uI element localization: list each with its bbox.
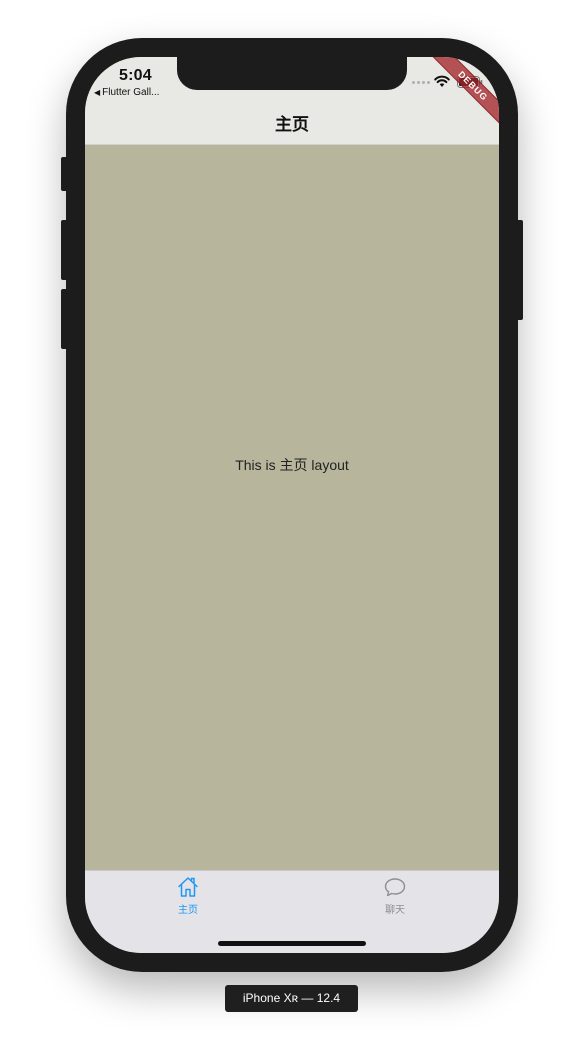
phone-notch <box>177 57 407 90</box>
status-bar: 5:04 ◀ Flutter Gall... <box>85 57 499 101</box>
wifi-icon <box>434 75 450 87</box>
home-icon <box>178 877 198 897</box>
body-text: This is 主页 layout <box>235 457 349 473</box>
device-label: iPhone Xʀ — 12.4 <box>225 985 358 1012</box>
home-indicator[interactable] <box>218 941 366 946</box>
cellular-signal-icon <box>412 81 430 84</box>
page-title: 主页 <box>275 115 309 134</box>
tab-home[interactable]: 主页 <box>128 875 248 919</box>
app-bar: 主页 <box>85 101 499 145</box>
chat-bubble-icon <box>384 878 406 897</box>
tab-home-label: 主页 <box>178 905 198 916</box>
status-time: 5:04 <box>119 67 152 84</box>
back-arrow-icon: ◀ <box>94 88 101 97</box>
simulator-stage: 5:04 ◀Flutter Gall... 主页 This is 主页 lay <box>0 0 584 1048</box>
tab-chat[interactable]: 聊天 <box>335 875 455 919</box>
back-to-app-link[interactable]: ◀ Flutter Gall... <box>94 87 159 98</box>
phone-screen: 5:04 ◀Flutter Gall... 主页 This is 主页 lay <box>85 57 499 953</box>
back-app-label: Flutter Gall... <box>102 87 160 98</box>
tab-chat-label: 聊天 <box>385 905 405 916</box>
